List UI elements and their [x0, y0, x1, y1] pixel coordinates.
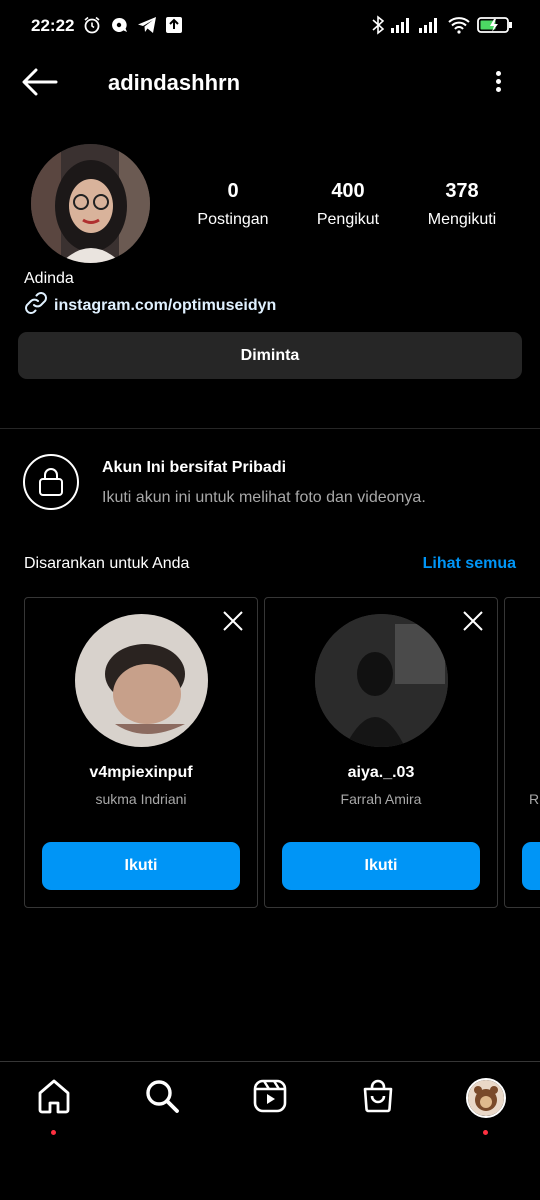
stat-value: 0: [227, 180, 239, 202]
profile-avatar[interactable]: [31, 144, 150, 263]
suggestion-username: aiya._.03: [347, 764, 415, 781]
suggestion-name: R: [529, 791, 540, 807]
bluetooth-icon: [370, 15, 386, 35]
stat-followers[interactable]: 400 Pengikut: [293, 180, 403, 229]
suggestion-name: sukma Indriani: [95, 791, 187, 807]
suggestion-avatar[interactable]: [75, 614, 208, 747]
suggestion-name: Farrah Amira: [340, 791, 422, 807]
private-account-subtitle: Ikuti akun ini untuk melihat foto dan vi…: [102, 489, 426, 506]
bio-link[interactable]: instagram.com/optimuseidyn: [24, 292, 276, 319]
upload-icon: [164, 15, 184, 35]
stat-label: Pengikut: [316, 211, 380, 228]
suggestion-card[interactable]: v4mpiexinpuf sukma Indriani Ikuti: [24, 597, 258, 908]
home-icon: [36, 1078, 72, 1119]
stat-value: 400: [331, 180, 365, 202]
more-dot: [495, 79, 501, 84]
suggestions-title: Disarankan untuk Anda: [24, 555, 190, 572]
profile-header: adindashhrn: [0, 52, 540, 116]
nav-reels[interactable]: [248, 1076, 292, 1120]
battery-charging-icon: [476, 15, 514, 35]
telegram-icon: [136, 15, 158, 35]
see-all-link[interactable]: Lihat semua: [423, 555, 516, 573]
nav-home[interactable]: [32, 1076, 76, 1135]
wifi-icon: [447, 15, 471, 35]
suggestion-card-partial[interactable]: R: [504, 597, 540, 908]
more-dot: [495, 87, 501, 92]
search-icon: [144, 1078, 180, 1119]
notification-bubble-icon: [108, 15, 130, 35]
suggestion-card[interactable]: aiya._.03 Farrah Amira Ikuti: [264, 597, 498, 908]
page-title: adindashhrn: [108, 70, 241, 95]
link-text: instagram.com/optimuseidyn: [54, 296, 277, 314]
bottom-nav: [0, 1061, 540, 1200]
private-account-title: Akun Ini bersifat Pribadi: [102, 459, 287, 476]
back-button[interactable]: [22, 66, 62, 102]
shop-icon: [360, 1078, 396, 1119]
reels-icon: [252, 1078, 288, 1119]
stat-label: Mengikuti: [427, 211, 497, 228]
nav-search[interactable]: [140, 1076, 184, 1120]
arrow-left-icon: [22, 68, 58, 101]
lock-icon: [23, 454, 79, 510]
alarm-icon: [82, 15, 102, 35]
notification-dot: [51, 1130, 56, 1135]
display-name: Adinda: [24, 270, 74, 287]
stat-following[interactable]: 378 Mengikuti: [407, 180, 517, 229]
section-divider: [0, 428, 540, 429]
signal-icon: [418, 15, 442, 35]
stat-posts[interactable]: 0 Postingan: [178, 180, 288, 229]
suggestion-avatar[interactable]: [315, 614, 448, 747]
signal-icon: [390, 15, 414, 35]
stat-value: 378: [445, 180, 479, 202]
notification-dot: [483, 1130, 488, 1135]
stat-label: Postingan: [197, 211, 269, 228]
suggestion-username: v4mpiexinpuf: [89, 764, 193, 781]
link-icon: [24, 292, 48, 319]
nav-profile[interactable]: [464, 1076, 508, 1135]
status-time: 22:22: [31, 16, 75, 35]
close-icon[interactable]: [222, 610, 244, 632]
more-options-button[interactable]: [492, 68, 504, 100]
follow-button[interactable]: Ikuti: [42, 842, 240, 890]
follow-button[interactable]: Ikuti: [282, 842, 480, 890]
close-icon[interactable]: [462, 610, 484, 632]
requested-button[interactable]: Diminta: [18, 332, 522, 379]
nav-shop[interactable]: [356, 1076, 400, 1120]
more-vertical-icon: [495, 71, 501, 76]
profile-avatar: [466, 1078, 506, 1118]
status-bar: 22:22: [0, 0, 540, 52]
follow-button[interactable]: [522, 842, 540, 890]
